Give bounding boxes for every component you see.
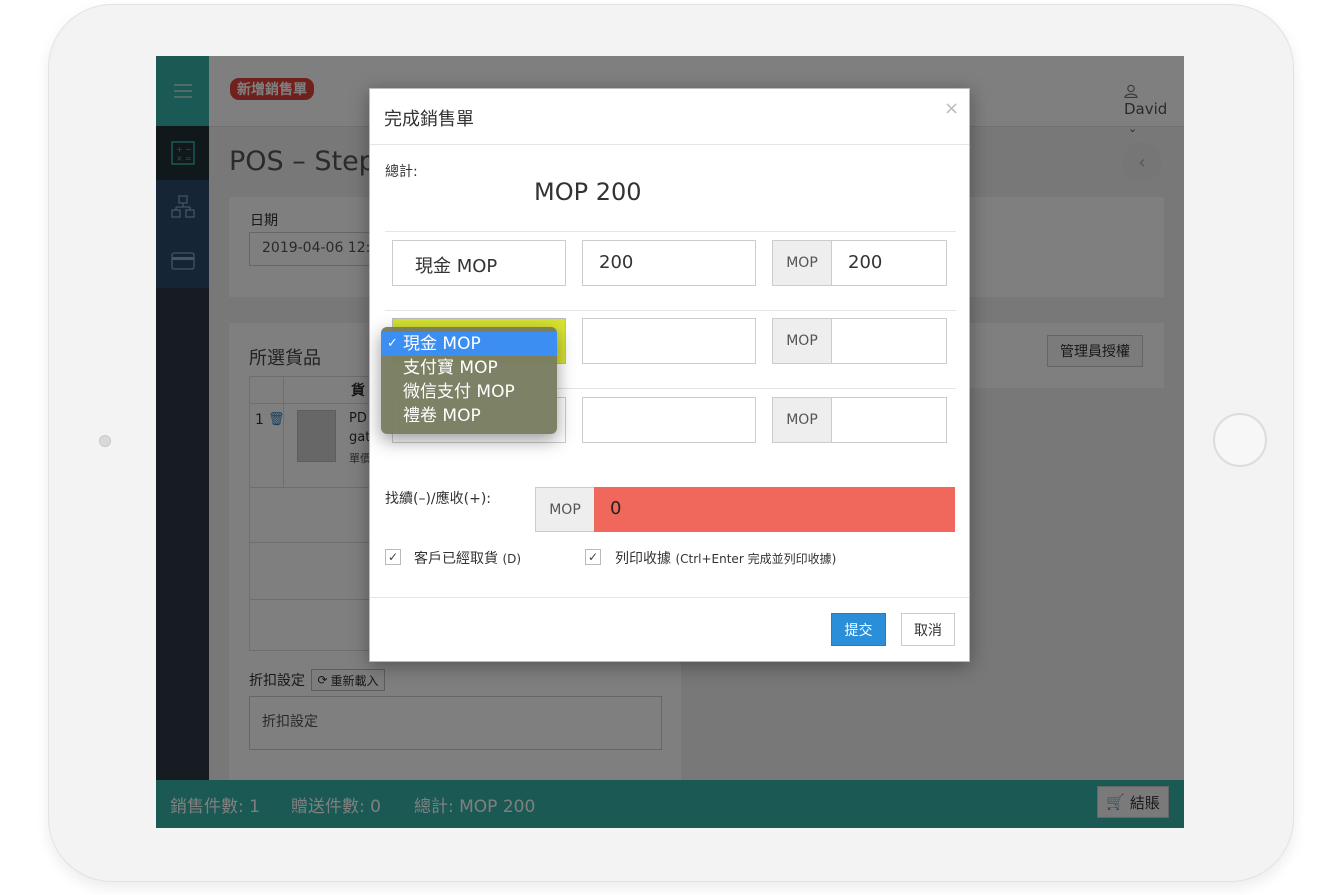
dropdown-option-cash[interactable]: ✓ 現金 MOP [381, 332, 557, 356]
payment-amount-1[interactable]: 200 [582, 240, 756, 286]
change-label: 找續(–)/應收(+): [385, 491, 492, 507]
payment-currency-2: MOP [772, 318, 832, 364]
check-icon: ✓ [587, 550, 599, 564]
change-value: 0 [594, 487, 955, 532]
dropdown-option-alipay[interactable]: 支付寶 MOP [381, 356, 557, 380]
payment-currency-1: MOP [772, 240, 832, 286]
payment-currency-3: MOP [772, 397, 832, 443]
check-icon: ✓ [387, 550, 399, 564]
payment-converted-2[interactable] [831, 318, 947, 364]
pickup-checkbox[interactable]: ✓ [385, 549, 401, 565]
payment-method-dropdown: ✓ 現金 MOP 支付寶 MOP 微信支付 MOP 禮卷 MOP [381, 327, 557, 434]
dropdown-option-wechat[interactable]: 微信支付 MOP [381, 380, 557, 404]
payment-amount-3[interactable] [582, 397, 756, 443]
modal-title: 完成銷售單 [384, 109, 474, 130]
modal-total-value: MOP 200 [534, 178, 642, 206]
submit-button[interactable]: 提交 [831, 613, 886, 646]
tablet-home-button[interactable] [1213, 413, 1267, 467]
modal-total-label: 總計: [385, 164, 418, 180]
checkmark-icon: ✓ [387, 336, 398, 351]
payment-method-select-1[interactable]: 現金 MOP [392, 240, 566, 286]
dropdown-option-voucher[interactable]: 禮卷 MOP [381, 404, 557, 428]
print-receipt-checkbox-label: 列印收據 (Ctrl+Enter 完成並列印收據) [615, 551, 837, 567]
payment-converted-1[interactable]: 200 [831, 240, 947, 286]
pickup-checkbox-label: 客戶已經取貨 (D) [414, 551, 522, 567]
payment-converted-3[interactable] [831, 397, 947, 443]
print-receipt-checkbox[interactable]: ✓ [585, 549, 601, 565]
tablet-camera [99, 435, 111, 447]
change-currency: MOP [535, 487, 595, 532]
close-icon[interactable]: × [944, 98, 959, 119]
cancel-button[interactable]: 取消 [901, 613, 955, 646]
payment-amount-2[interactable] [582, 318, 756, 364]
